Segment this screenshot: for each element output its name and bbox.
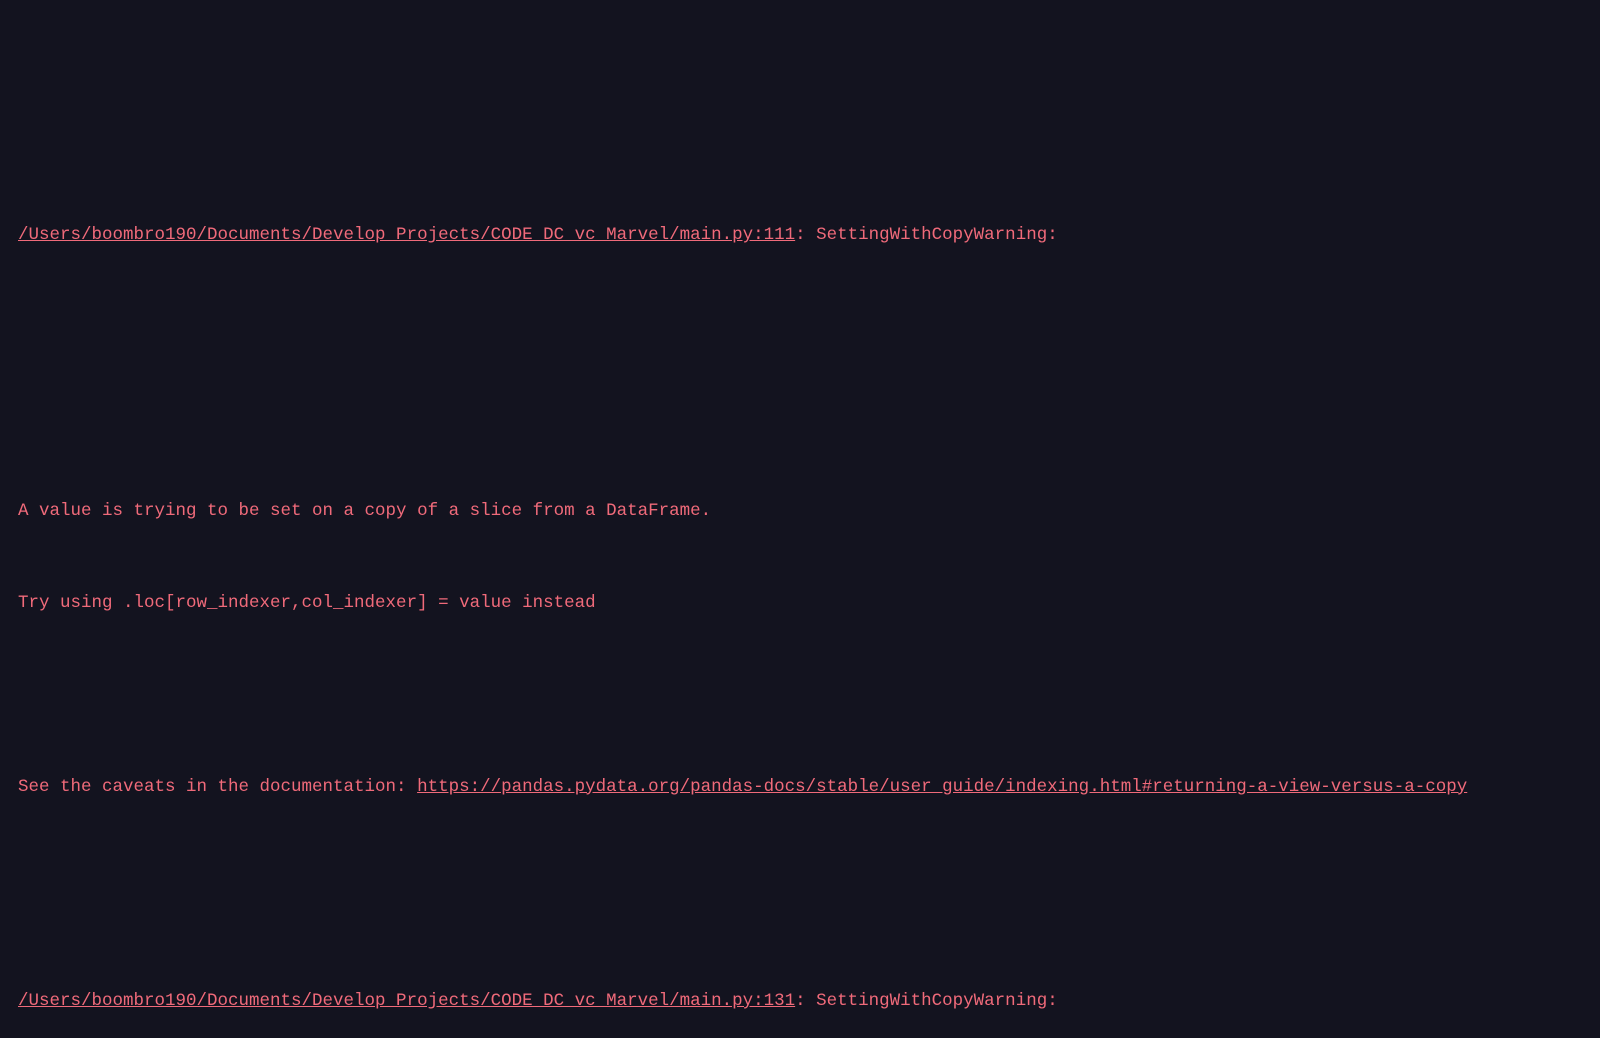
warning-header-line: /Users/boombro190/Documents/Develop_Proj… [18,220,1582,251]
warning-message-line: A value is trying to be set on a copy of… [18,496,1582,527]
separator: : [795,991,816,1011]
file-path-link[interactable]: /Users/boombro190/Documents/Develop_Proj… [18,991,795,1011]
warning-header-line: /Users/boombro190/Documents/Develop_Proj… [18,986,1582,1017]
blank-line [18,404,1582,435]
warning-message-line: Try using .loc[row_indexer,col_indexer] … [18,588,1582,619]
blank-line [18,864,1582,895]
blank-line [18,312,1582,343]
warning-name: SettingWithCopyWarning: [816,991,1058,1011]
warning-name: SettingWithCopyWarning: [816,225,1058,245]
blank-line [18,680,1582,711]
documentation-link[interactable]: https://pandas.pydata.org/pandas-docs/st… [417,777,1467,797]
caveat-prefix: See the caveats in the documentation: [18,777,417,797]
separator: : [795,225,816,245]
file-path-link[interactable]: /Users/boombro190/Documents/Develop_Proj… [18,225,795,245]
warning-doc-line: See the caveats in the documentation: ht… [18,772,1582,803]
terminal-output: /Users/boombro190/Documents/Develop_Proj… [18,129,1582,1038]
